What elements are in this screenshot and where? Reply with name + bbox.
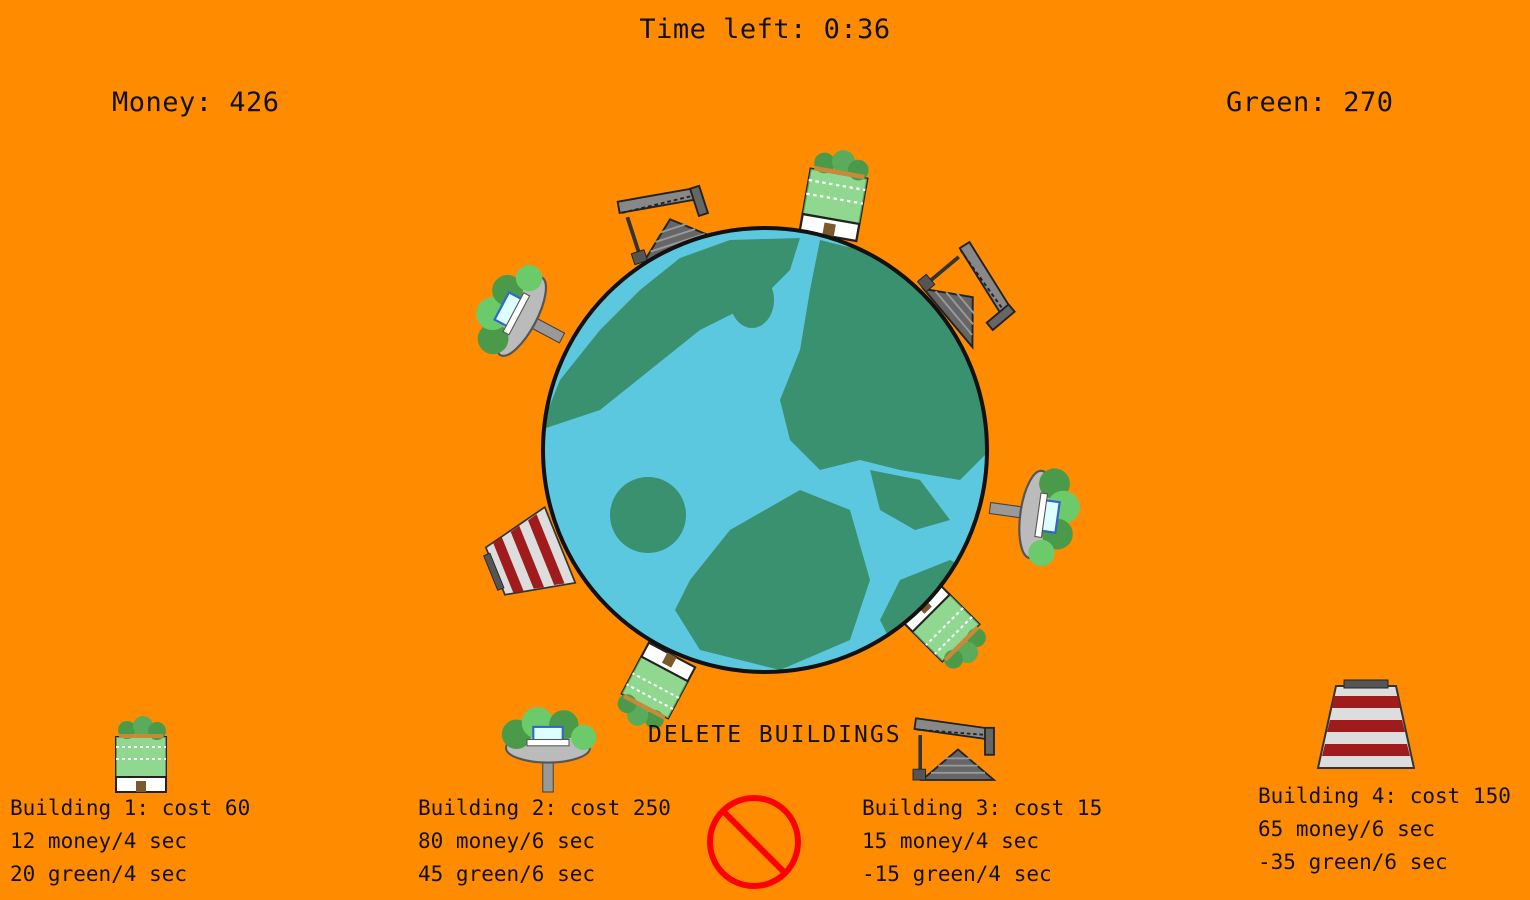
planet-building-eco-house-top[interactable] [798,143,873,243]
building-2-money-rate: 80 money/6 sec [418,829,596,853]
building-3-green-rate: -15 green/4 sec [862,862,1052,886]
no-entry-icon[interactable] [704,792,804,892]
building-2-card[interactable]: Building 2: cost 250 80 money/6 sec 45 g… [418,792,671,891]
building-4-money-rate: 65 money/6 sec [1258,817,1436,841]
building-2-title: Building 2: cost 250 [418,796,671,820]
building-1-card[interactable]: Building 1: cost 60 12 money/4 sec 20 gr… [10,792,250,891]
building-2-green-rate: 45 green/6 sec [418,862,596,886]
building-3-money-rate: 15 money/4 sec [862,829,1040,853]
building-1-money-rate: 12 money/4 sec [10,829,188,853]
building-4-card[interactable]: Building 4: cost 150 65 money/6 sec -35 … [1258,780,1511,879]
building-1-title: Building 1: cost 60 [10,796,251,820]
building-4-title: Building 4: cost 150 [1258,784,1511,808]
building-3-card[interactable]: Building 3: cost 15 15 money/4 sec -15 g… [862,792,1102,891]
planet-building-garden-right[interactable] [981,458,1087,572]
delete-buildings-label[interactable]: DELETE BUILDINGS [648,722,902,748]
shop-icon-oil-pump[interactable] [912,717,995,781]
planet-scene[interactable] [0,0,1530,900]
building-4-green-rate: -35 green/6 sec [1258,850,1448,874]
shop-icon-factory[interactable] [1317,679,1415,769]
building-3-title: Building 3: cost 15 [862,796,1103,820]
shop-icon-garden-dish[interactable] [500,705,598,794]
building-1-green-rate: 20 green/4 sec [10,862,188,886]
shop-icon-eco-house[interactable] [115,715,167,793]
